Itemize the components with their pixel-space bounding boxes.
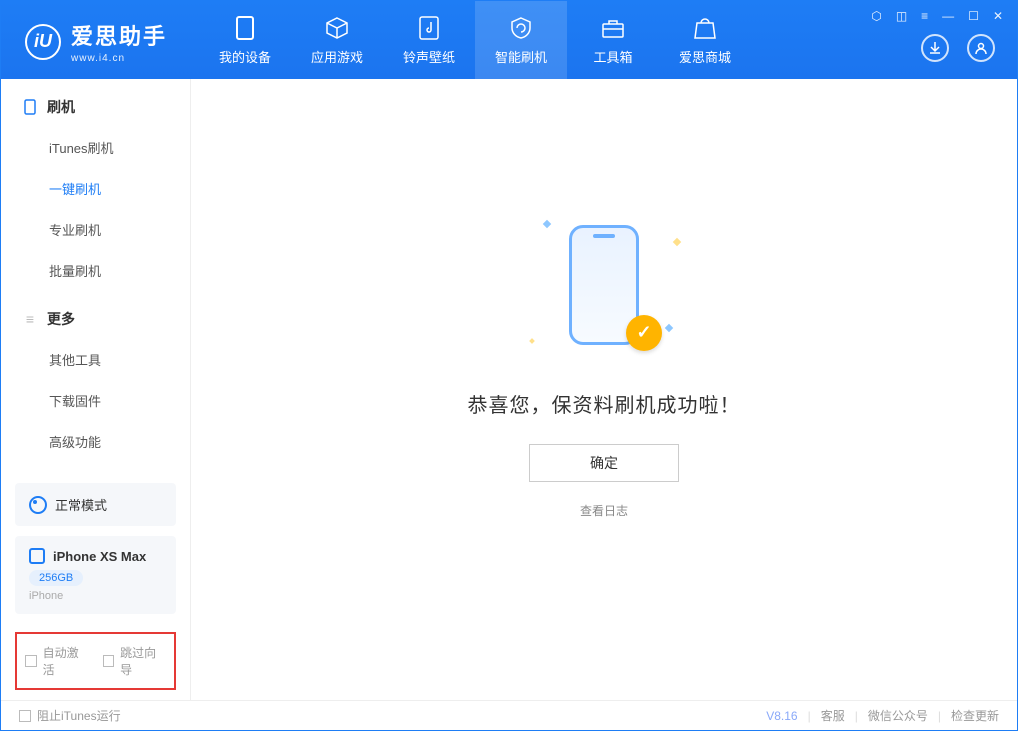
music-file-icon xyxy=(416,15,442,41)
window-controls: ⬡ ◫ ≡ — ☐ ✕ xyxy=(871,9,1003,23)
main-content: ✓ 恭喜您，保资料刷机成功啦！ 确定 查看日志 xyxy=(191,79,1017,700)
user-icon[interactable] xyxy=(967,34,995,62)
app-subtitle: www.i4.cn xyxy=(71,53,167,64)
checkbox-icon xyxy=(103,655,115,667)
sidebar-title-more: ≡ 更多 xyxy=(1,309,190,339)
toolbox-icon xyxy=(600,15,626,41)
footer-link-update[interactable]: 检查更新 xyxy=(951,707,999,724)
nav-apps-games[interactable]: 应用游戏 xyxy=(291,1,383,79)
sidebar-item-pro-flash[interactable]: 专业刷机 xyxy=(1,209,190,250)
logo: iU 爱思助手 www.i4.cn xyxy=(1,1,189,64)
sidebar-item-other-tools[interactable]: 其他工具 xyxy=(1,339,190,380)
ok-button[interactable]: 确定 xyxy=(529,444,679,482)
menu-icon[interactable]: ≡ xyxy=(921,9,928,23)
view-log-link[interactable]: 查看日志 xyxy=(580,502,628,519)
nav-smart-flash[interactable]: 智能刷机 xyxy=(475,1,567,79)
footer-link-support[interactable]: 客服 xyxy=(821,707,845,724)
minimize-button[interactable]: — xyxy=(942,9,954,23)
sidebar-section-flash: 刷机 iTunes刷机 一键刷机 专业刷机 批量刷机 xyxy=(1,79,190,291)
sparkle-icon xyxy=(543,219,551,227)
nav-label: 工具箱 xyxy=(594,47,633,66)
footer-link-wechat[interactable]: 微信公众号 xyxy=(868,707,928,724)
sidebar-title-flash: 刷机 xyxy=(1,97,190,127)
refresh-shield-icon xyxy=(508,15,534,41)
lock-icon[interactable]: ◫ xyxy=(896,9,907,23)
checkbox-label: 跳过向导 xyxy=(120,644,166,678)
nav-ringtones[interactable]: 铃声壁纸 xyxy=(383,1,475,79)
nav-label: 爱思商城 xyxy=(679,47,731,66)
checkbox-skip-guide[interactable]: 跳过向导 xyxy=(103,644,167,678)
sidebar-device-area: 正常模式 iPhone XS Max 256GB iPhone xyxy=(1,483,190,632)
checkbox-icon xyxy=(19,710,31,722)
sidebar: 刷机 iTunes刷机 一键刷机 专业刷机 批量刷机 ≡ 更多 其他工具 下载固… xyxy=(1,79,191,700)
section-label: 更多 xyxy=(47,309,75,329)
nav-label: 应用游戏 xyxy=(311,47,363,66)
sparkle-icon xyxy=(665,323,673,331)
status-bar: 阻止iTunes运行 V8.16 | 客服 | 微信公众号 | 检查更新 xyxy=(1,700,1017,730)
maximize-button[interactable]: ☐ xyxy=(968,9,979,23)
footer-right: V8.16 | 客服 | 微信公众号 | 检查更新 xyxy=(766,707,999,724)
nav-label: 我的设备 xyxy=(219,47,271,66)
checkbox-label: 阻止iTunes运行 xyxy=(37,707,121,724)
checkbox-label: 自动激活 xyxy=(43,644,89,678)
app-header: iU 爱思助手 www.i4.cn 我的设备 应用游戏 铃声壁纸 智能刷机 工具… xyxy=(1,1,1017,79)
nav-my-device[interactable]: 我的设备 xyxy=(199,1,291,79)
device-mode-label: 正常模式 xyxy=(55,495,107,514)
sidebar-item-batch-flash[interactable]: 批量刷机 xyxy=(1,250,190,291)
download-icon[interactable] xyxy=(921,34,949,62)
checkbox-block-itunes[interactable]: 阻止iTunes运行 xyxy=(19,707,121,724)
sidebar-item-oneclick-flash[interactable]: 一键刷机 xyxy=(1,168,190,209)
checkmark-badge-icon: ✓ xyxy=(626,315,662,351)
device-capacity: 256GB xyxy=(29,570,83,586)
sidebar-item-advanced[interactable]: 高级功能 xyxy=(1,421,190,462)
device-icon xyxy=(232,15,258,41)
bag-icon xyxy=(692,15,718,41)
checkbox-icon xyxy=(25,655,37,667)
phone-outline-icon xyxy=(23,100,37,114)
nav-store[interactable]: 爱思商城 xyxy=(659,1,751,79)
section-label: 刷机 xyxy=(47,97,75,117)
sparkle-icon xyxy=(529,338,535,344)
cube-icon xyxy=(324,15,350,41)
device-small-icon xyxy=(29,548,45,564)
top-nav: 我的设备 应用游戏 铃声壁纸 智能刷机 工具箱 爱思商城 xyxy=(199,1,751,79)
logo-icon: iU xyxy=(25,24,61,60)
close-button[interactable]: ✕ xyxy=(993,9,1003,23)
sparkle-icon xyxy=(673,237,681,245)
sidebar-item-download-firmware[interactable]: 下载固件 xyxy=(1,380,190,421)
success-illustration: ✓ xyxy=(534,221,674,361)
list-icon: ≡ xyxy=(23,312,37,326)
version-label: V8.16 xyxy=(766,709,797,723)
header-actions xyxy=(921,34,995,62)
device-info-box[interactable]: iPhone XS Max 256GB iPhone xyxy=(15,536,176,614)
nav-label: 智能刷机 xyxy=(495,47,547,66)
device-type-label: iPhone xyxy=(29,590,162,602)
sidebar-section-more: ≡ 更多 其他工具 下载固件 高级功能 xyxy=(1,291,190,462)
success-message: 恭喜您，保资料刷机成功啦！ xyxy=(468,389,741,418)
shirt-icon[interactable]: ⬡ xyxy=(871,9,881,23)
checkbox-auto-activate[interactable]: 自动激活 xyxy=(25,644,89,678)
device-mode-box[interactable]: 正常模式 xyxy=(15,483,176,526)
app-title: 爱思助手 xyxy=(71,19,167,51)
mode-icon xyxy=(29,496,47,514)
flash-options-highlight: 自动激活 跳过向导 xyxy=(15,632,176,690)
app-body: 刷机 iTunes刷机 一键刷机 专业刷机 批量刷机 ≡ 更多 其他工具 下载固… xyxy=(1,79,1017,700)
sidebar-item-itunes-flash[interactable]: iTunes刷机 xyxy=(1,127,190,168)
nav-label: 铃声壁纸 xyxy=(403,47,455,66)
nav-toolbox[interactable]: 工具箱 xyxy=(567,1,659,79)
device-name-label: iPhone XS Max xyxy=(53,549,146,564)
